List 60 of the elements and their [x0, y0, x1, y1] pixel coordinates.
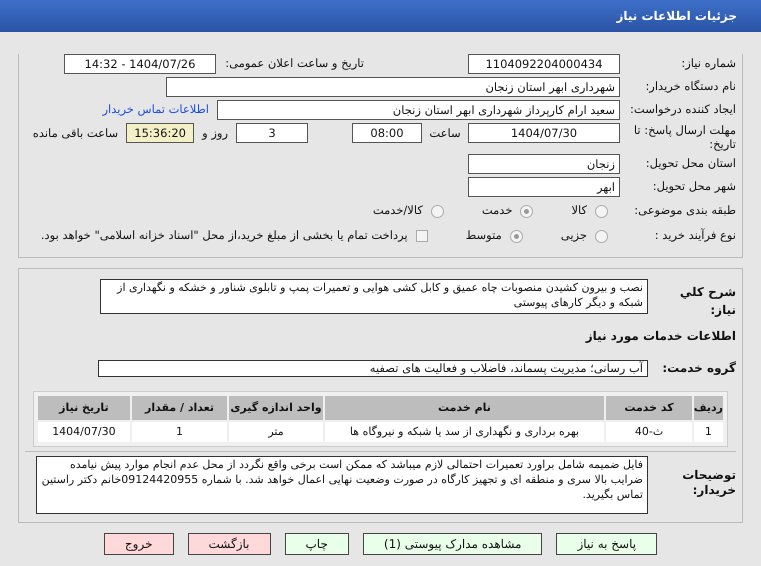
page-title: جزئیات اطلاعات نیاز — [616, 8, 737, 25]
radio-label: خدمت — [482, 202, 512, 220]
days-field: 3 — [236, 123, 308, 143]
field-label: ساعت — [428, 125, 462, 142]
radio-button[interactable] — [510, 230, 523, 242]
table-cell: 1404/07/30 — [38, 422, 130, 442]
column-header: نام خدمت — [324, 396, 604, 420]
column-header: ردیف — [694, 396, 723, 420]
deadline-time-field: 08:00 — [352, 123, 422, 143]
radio-button[interactable] — [595, 230, 608, 242]
action-button[interactable]: بازگشت — [188, 533, 270, 555]
checkbox[interactable] — [416, 230, 428, 242]
deadline-date-field: 1404/07/30 — [468, 123, 620, 143]
radio-label: کالا — [571, 202, 587, 220]
column-header: تاریخ نیاز — [38, 396, 130, 420]
field-label: ساعت باقی مانده — [32, 125, 120, 142]
column-header: تعداد / مقدار — [132, 396, 228, 420]
field-label: نام دستگاه خریدار: — [644, 78, 736, 96]
column-header: واحد اندازه گیری — [229, 396, 323, 420]
action-button[interactable]: خروج — [104, 533, 174, 555]
field-label: شرح کلي نياز: — [678, 284, 736, 319]
table-cell: 1 — [132, 422, 228, 442]
need-number-field: 1104092204000434 — [468, 54, 620, 74]
table-cell: 1 — [694, 422, 723, 442]
radio-label: کالا/خدمت — [372, 202, 423, 220]
field-label: طبقه بندی موضوعی: — [633, 202, 736, 220]
field-label: نوع فرآیند خرید : — [654, 227, 736, 244]
radio-label: متوسط — [466, 227, 502, 244]
remaining-time-field: 15:36:20 — [126, 123, 194, 143]
field-label: شهر محل تحویل: — [652, 178, 736, 196]
buyer-notes-textarea[interactable]: فایل ضمیمه شامل براورد تعمیرات احتمالی لازم میباشد که ممکن است برخی واقع نگردد از محل عدم انجام موارد پیش نیامده ضرایب بالا سری و منطقه ای و تجهیز کارگاه در صورت وضعیت نهایی اعمال خواهد شد. با شماره 09124420955خانم دکتر راستین تماس بگیرید. — [36, 456, 648, 514]
table-cell: بهره برداری و نگهداری از سد یا شبکه و نیروگاه ها — [324, 422, 604, 442]
field-label: ایجاد کننده درخواست: — [629, 101, 736, 118]
table-cell: ث-40 — [606, 422, 692, 442]
field-label: روز و — [200, 125, 229, 142]
checkbox-label: پرداخت تمام یا بخشی از مبلغ خرید،از محل "اسناد خزانه اسلامی" خواهد بود. — [40, 227, 408, 244]
field-label: شماره نیاز: — [680, 55, 736, 72]
field-label: استان محل تحویل: — [644, 155, 736, 172]
radio-label: جزیی — [560, 227, 587, 244]
requester-field: سعید ارام کارپرداز شهرداری ابهر استان زنجان — [217, 100, 620, 120]
field-label: تاریخ و ساعت اعلان عمومی: — [224, 55, 364, 72]
column-header: کد خدمت — [606, 396, 692, 420]
field-label: گروه خدمت: — [661, 360, 736, 377]
province-field: زنجان — [468, 154, 620, 174]
action-button[interactable]: مشاهده مدارک پیوستی (1) — [362, 533, 542, 555]
field-label: توضیحات خریدار: — [681, 468, 736, 498]
announce-date-field: 1404/07/26 - 14:32 — [64, 54, 216, 74]
field-label: مهلت ارسال پاسخ: تا تاریخ: — [632, 123, 736, 151]
service-group-field: آب رسانی؛ مدیریت پسماند، فاضلاب و فعالیت های تصفیه — [98, 360, 648, 376]
action-button[interactable]: پاسخ به نیاز — [556, 533, 658, 555]
radio-button[interactable] — [595, 204, 608, 218]
action-button[interactable]: چاپ — [284, 533, 349, 555]
radio-button[interactable] — [430, 204, 444, 218]
buyer-org-field: شهرداری ابهر استان زنجان — [166, 77, 620, 97]
summary-textarea[interactable]: نصب و بیرون کشیدن منصوبات چاه عمیق و کابل کشی هوایی و تعمیرات پمپ و تابلوی شناور و خشکه و نگهداری از شبکه و دیگر کارهای پیوستی — [100, 279, 648, 314]
section-heading: اطلاعات خدمات مورد نیاز — [584, 328, 736, 345]
table-cell: متر — [229, 422, 323, 442]
radio-button[interactable] — [520, 204, 534, 218]
city-field: ابهر — [468, 177, 620, 197]
buyer-contact-link[interactable]: اطلاعات تماس خریدار — [102, 101, 209, 119]
